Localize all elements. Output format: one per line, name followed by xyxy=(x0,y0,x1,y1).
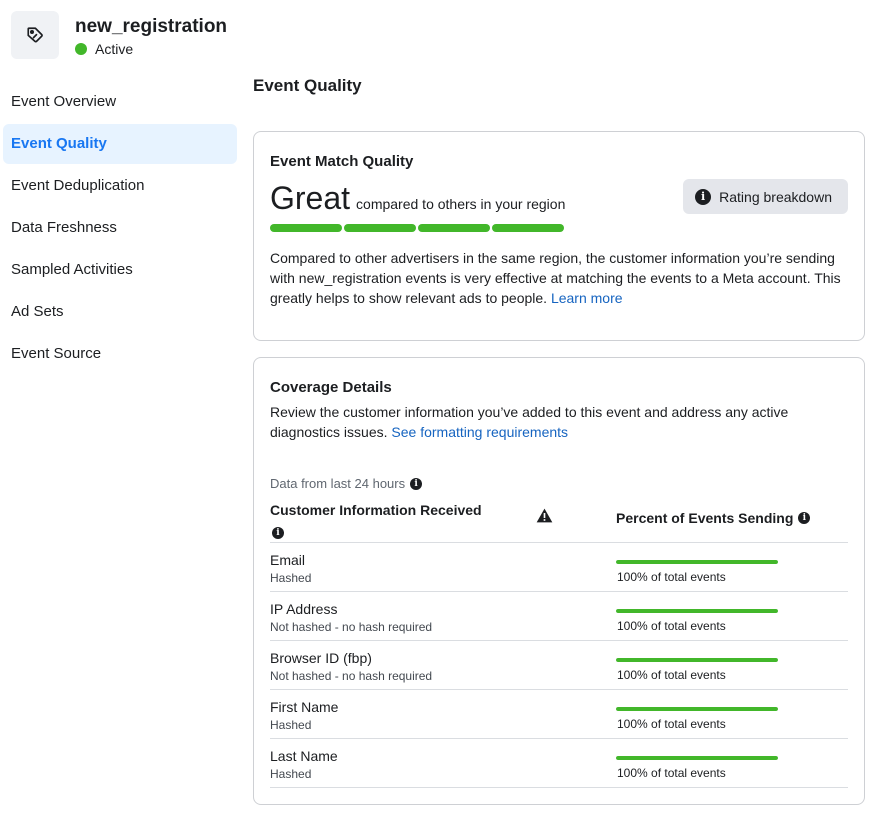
table-row: Email Hashed 100% of total events xyxy=(270,543,848,592)
customer-info-name: Email xyxy=(270,552,306,568)
column-header-customer-info-label: Customer Information Received xyxy=(270,502,482,518)
rating-segment xyxy=(344,224,416,232)
rating-segment xyxy=(418,224,490,232)
customer-info-name: Last Name xyxy=(270,748,338,764)
column-header-percent-events: Percent of Events Sending i xyxy=(616,510,811,526)
sidebar-item-ad-sets[interactable]: Ad Sets xyxy=(3,292,237,332)
customer-info-name: IP Address xyxy=(270,601,338,617)
status-label: Active xyxy=(95,40,134,57)
customer-info-name: Browser ID (fbp) xyxy=(270,650,372,666)
rating-segment xyxy=(492,224,564,232)
table-row: First Name Hashed 100% of total events xyxy=(270,690,848,739)
event-match-quality-card: Event Match Quality Great compared to ot… xyxy=(253,131,865,341)
table-row: IP Address Not hashed - no hash required 1… xyxy=(270,592,848,641)
hash-status: Hashed xyxy=(270,571,312,585)
sidebar-item-event-quality[interactable]: Event Quality xyxy=(3,124,237,164)
percent-progress-bar xyxy=(616,609,778,613)
data-timeframe-note: Data from last 24 hours i xyxy=(270,476,423,491)
table-row: Browser ID (fbp) Not hashed - no hash req… xyxy=(270,641,848,690)
percent-progress-fill xyxy=(616,560,778,564)
sidebar-item-event-source[interactable]: Event Source xyxy=(3,334,237,374)
percent-progress-bar xyxy=(616,560,778,564)
info-icon[interactable]: i xyxy=(272,527,284,539)
event-title: new_registration xyxy=(75,15,228,37)
rating-segment xyxy=(270,224,342,232)
coverage-details-card: Coverage Details Review the customer inf… xyxy=(253,357,865,805)
rating-value: Great xyxy=(270,180,351,216)
customer-info-name: First Name xyxy=(270,699,339,715)
rating-breakdown-button[interactable]: i Rating breakdown xyxy=(683,179,848,214)
page-title: Event Quality xyxy=(253,76,362,95)
percent-label: 100% of total events xyxy=(617,717,726,731)
percent-label: 100% of total events xyxy=(617,668,726,682)
sidebar-item-sampled-activities[interactable]: Sampled Activities xyxy=(3,250,237,290)
tag-icon xyxy=(11,11,59,59)
rating-meter xyxy=(270,224,566,232)
sidebar-nav: Event Overview Event Quality Event Dedup… xyxy=(3,82,237,376)
event-header: new_registration Active xyxy=(11,11,227,59)
warning-icon xyxy=(536,508,553,528)
status-dot xyxy=(75,42,87,55)
column-header-percent-events-label: Percent of Events Sending xyxy=(616,510,794,526)
learn-more-link[interactable]: Learn more xyxy=(551,290,623,306)
sidebar-item-data-freshness[interactable]: Data Freshness xyxy=(3,208,237,248)
percent-label: 100% of total events xyxy=(617,619,726,633)
percent-progress-fill xyxy=(616,609,778,613)
sidebar-item-event-overview[interactable]: Event Overview xyxy=(3,82,237,122)
column-header-customer-info: Customer Information Received i xyxy=(270,500,490,540)
coverage-description: Review the customer information you’ve a… xyxy=(270,402,830,442)
status-indicator: Active xyxy=(75,41,227,57)
emq-description: Compared to other advertisers in the sam… xyxy=(270,248,850,308)
coverage-table: Email Hashed 100% of total events IP Addres… xyxy=(270,542,848,788)
percent-progress-fill xyxy=(616,658,778,662)
info-icon[interactable]: i xyxy=(410,477,423,490)
percent-label: 100% of total events xyxy=(617,766,726,780)
percent-progress-fill xyxy=(616,756,778,760)
data-timeframe-label: Data from last 24 hours xyxy=(270,476,406,491)
percent-progress-bar xyxy=(616,658,778,662)
percent-progress-fill xyxy=(616,707,778,711)
percent-label: 100% of total events xyxy=(617,570,726,584)
hash-status: Not hashed - no hash required xyxy=(270,620,433,634)
hash-status: Hashed xyxy=(270,718,312,732)
sidebar-item-event-deduplication[interactable]: Event Deduplication xyxy=(3,166,237,206)
rating-subtext: compared to others in your region xyxy=(356,196,566,212)
percent-progress-bar xyxy=(616,756,778,760)
hash-status: Hashed xyxy=(270,767,312,781)
info-icon: i xyxy=(695,188,712,205)
coverage-title: Coverage Details xyxy=(270,379,392,396)
percent-progress-bar xyxy=(616,707,778,711)
hash-status: Not hashed - no hash required xyxy=(270,669,433,683)
rating-breakdown-label: Rating breakdown xyxy=(719,188,832,205)
info-icon[interactable]: i xyxy=(798,512,811,524)
rating-row: Great compared to others in your region xyxy=(270,180,565,217)
formatting-requirements-link[interactable]: See formatting requirements xyxy=(391,424,568,440)
emq-title: Event Match Quality xyxy=(270,153,414,170)
table-row: Last Name Hashed 100% of total events xyxy=(270,739,848,788)
